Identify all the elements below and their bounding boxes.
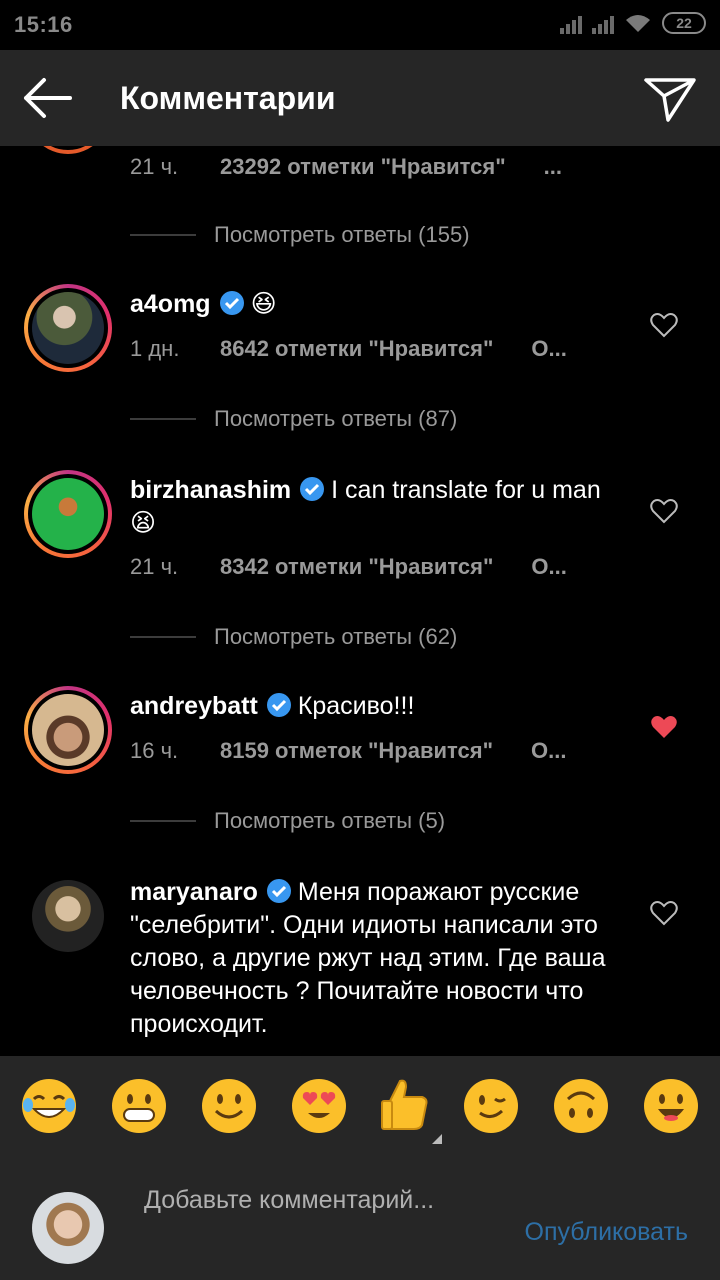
view-replies-label[interactable]: Посмотреть ответы (87) [214, 406, 457, 432]
comment-meta: 16 ч. 8159 отметок "Нравится" О... [130, 738, 566, 764]
heart-eyes-emoji[interactable] [290, 1077, 348, 1135]
verified-badge-icon [266, 693, 291, 717]
avatar[interactable] [24, 284, 112, 372]
heart-outline-icon[interactable] [650, 312, 678, 338]
header-bar: Комментарии [0, 50, 720, 146]
comment-text-block: a4omg 😆 [130, 288, 620, 321]
grinning-tears-emoji[interactable] [20, 1077, 78, 1135]
grin-teeth-emoji[interactable] [110, 1077, 168, 1135]
thumbs-up-emoji[interactable] [380, 1075, 430, 1133]
avatar[interactable] [24, 470, 112, 558]
comment-text: 😆 [250, 290, 277, 318]
verified-badge-icon [300, 477, 325, 501]
comment-meta: 1 дн. 8642 отметки "Нравится" О... [130, 336, 567, 362]
comment-username[interactable]: andreybatt [130, 692, 258, 720]
comment-text: Красиво!!! [297, 692, 415, 720]
likes-count[interactable]: 8642 отметки "Нравится" [220, 336, 493, 362]
divider-line [130, 234, 196, 236]
open-smile-emoji[interactable] [642, 1077, 700, 1135]
status-time: 15:16 [14, 12, 73, 37]
comment-text-block: birzhanashim I can translate for u man😫 [130, 474, 620, 540]
view-replies-label[interactable]: Посмотреть ответы (155) [214, 222, 470, 248]
view-replies[interactable]: Посмотреть ответы (62) [130, 624, 457, 650]
divider-line [130, 820, 196, 822]
wink-emoji[interactable] [462, 1077, 520, 1135]
emoji-bar [0, 1056, 720, 1156]
signal-icon [560, 12, 582, 34]
signal-icon-2 [592, 12, 614, 34]
view-replies-label[interactable]: Посмотреть ответы (62) [214, 624, 457, 650]
comment-meta: 21 ч. 23292 отметки "Нравится" ... [130, 154, 562, 180]
avatar[interactable] [26, 146, 110, 154]
comment-time: 21 ч. [130, 154, 179, 179]
likes-count[interactable]: 23292 отметки "Нравится" [220, 154, 506, 180]
status-icons: 22 [560, 12, 706, 34]
verified-badge-icon [219, 291, 244, 315]
comment-time: 16 ч. [130, 738, 179, 763]
comment-username[interactable]: birzhanashim [130, 476, 291, 504]
wifi-icon [626, 15, 650, 32]
likes-count[interactable]: 8159 отметок "Нравится" [220, 738, 493, 764]
comment-meta: 21 ч. 8342 отметки "Нравится" О... [130, 554, 567, 580]
view-replies[interactable]: Посмотреть ответы (155) [130, 222, 470, 248]
reply-button[interactable]: О... [531, 336, 566, 362]
more-button[interactable]: ... [544, 154, 562, 180]
reply-button[interactable]: О... [531, 554, 566, 580]
heart-filled-icon[interactable] [650, 714, 678, 740]
heart-outline-icon[interactable] [650, 900, 678, 926]
comment-input[interactable]: Добавьте комментарий... [144, 1184, 474, 1217]
page-title: Комментарии [120, 80, 336, 116]
comment-composer: Добавьте комментарий... Опубликовать [0, 1156, 720, 1280]
comment-text-block: andreybatt Красиво!!! [130, 690, 620, 723]
battery-indicator: 22 [662, 12, 706, 34]
avatar[interactable] [24, 686, 112, 774]
verified-badge-icon [266, 879, 291, 903]
likes-count[interactable]: 8342 отметки "Нравится" [220, 554, 493, 580]
comment-username[interactable]: maryanaro [130, 878, 258, 906]
divider-line [130, 636, 196, 638]
comments-list[interactable]: 21 ч. 23292 отметки "Нравится" ... Посмо… [0, 146, 720, 1056]
paper-plane-icon[interactable] [642, 72, 698, 124]
view-replies[interactable]: Посмотреть ответы (87) [130, 406, 457, 432]
comment-time: 1 дн. [130, 336, 180, 361]
comment-username[interactable]: a4omg [130, 290, 211, 318]
thumbs-up-emoji-wrap [380, 1075, 442, 1144]
variant-indicator [432, 1133, 442, 1144]
arrow-left-icon[interactable] [18, 72, 78, 124]
comment-text-block: maryanaro Меня поражают русские "селебрит… [130, 876, 620, 1041]
avatar[interactable] [32, 880, 104, 952]
publish-button[interactable]: Опубликовать [525, 1218, 688, 1247]
smile-emoji[interactable] [200, 1077, 258, 1135]
user-avatar[interactable] [32, 1192, 104, 1264]
heart-outline-icon[interactable] [650, 498, 678, 524]
view-replies[interactable]: Посмотреть ответы (5) [130, 808, 445, 834]
reply-button[interactable]: О... [531, 738, 566, 764]
divider-line [130, 418, 196, 420]
status-bar: 15:16 22 [0, 0, 720, 50]
view-replies-label[interactable]: Посмотреть ответы (5) [214, 808, 445, 834]
upside-down-emoji[interactable] [552, 1077, 610, 1135]
comment-time: 21 ч. [130, 554, 179, 579]
